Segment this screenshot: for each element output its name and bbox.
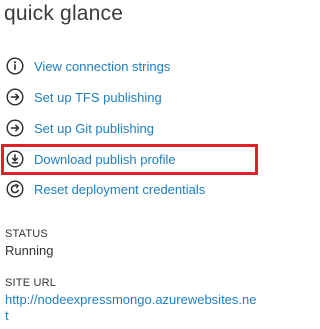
download-publish-profile-link[interactable]: Download publish profile bbox=[6, 148, 254, 170]
status-value: Running bbox=[5, 243, 54, 258]
info-circle-icon bbox=[6, 57, 24, 75]
status-label: STATUS bbox=[5, 228, 48, 240]
reset-deployment-credentials-label: Reset deployment credentials bbox=[34, 181, 206, 197]
view-connection-strings-label: View connection strings bbox=[34, 58, 171, 74]
set-up-tfs-publishing-label: Set up TFS publishing bbox=[34, 89, 162, 105]
site-url-label: SITE URL bbox=[5, 277, 57, 289]
download-publish-profile-label: Download publish profile bbox=[34, 151, 176, 167]
refresh-circle-icon bbox=[6, 180, 24, 198]
reset-deployment-credentials-link[interactable]: Reset deployment credentials bbox=[6, 178, 254, 200]
download-circle-icon bbox=[6, 150, 24, 168]
panel-title: quick glance bbox=[4, 2, 124, 25]
arrow-right-circle-icon bbox=[6, 88, 24, 106]
arrow-right-circle-icon bbox=[6, 119, 24, 137]
view-connection-strings-link[interactable]: View connection strings bbox=[6, 55, 254, 77]
set-up-tfs-publishing-link[interactable]: Set up TFS publishing bbox=[6, 86, 254, 108]
site-url-link[interactable]: http://nodeexpressmongo.azurewebsites.ne… bbox=[5, 292, 260, 324]
set-up-git-publishing-label: Set up Git publishing bbox=[34, 120, 154, 136]
set-up-git-publishing-link[interactable]: Set up Git publishing bbox=[6, 117, 254, 139]
